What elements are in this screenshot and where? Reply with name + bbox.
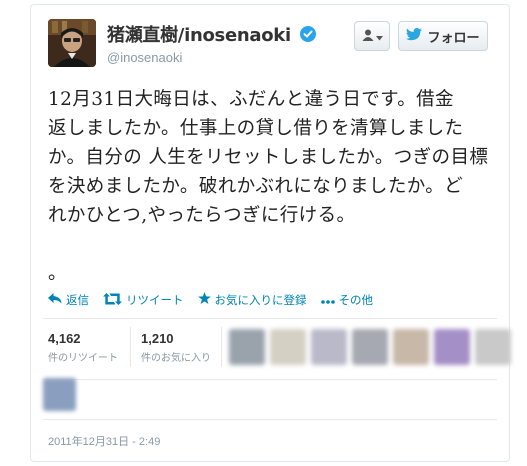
favorite-label: お気に入りに登録 — [214, 293, 307, 307]
full-name[interactable]: 猪瀬直樹/inosenaoki — [107, 21, 291, 47]
avatar[interactable] — [48, 19, 96, 67]
favoriter-avatars — [229, 329, 511, 365]
favoriter-avatar[interactable] — [43, 378, 76, 411]
user-icon — [362, 29, 374, 44]
twitter-bird-icon — [406, 28, 423, 44]
reply-label: 返信 — [66, 293, 89, 307]
retweet-action[interactable]: リツイート — [103, 292, 184, 308]
tweet-text: 12月31日大晦日は、ふだんと違う日です。借金 返しましたか。仕事上の貸し借りを… — [48, 89, 489, 284]
reply-icon — [48, 293, 62, 307]
more-action[interactable]: その他 — [320, 292, 374, 308]
retweet-icon — [103, 292, 122, 308]
divider — [43, 318, 497, 319]
tweet-timestamp[interactable]: 2011年12月31日 - 2:49 — [48, 433, 160, 449]
favoriter-avatar[interactable] — [311, 329, 347, 365]
favorite-stats[interactable]: 1,210 件のお気に入り — [141, 331, 211, 364]
favorite-action[interactable]: お気に入りに登録 — [197, 292, 307, 308]
more-dots-icon — [320, 293, 335, 307]
caret-down-icon — [375, 29, 383, 44]
user-actions-button[interactable] — [354, 21, 390, 51]
retweet-count: 4,162 — [48, 331, 81, 346]
retweet-count-label: 件のリツイート — [48, 353, 118, 364]
reply-action[interactable]: 返信 — [48, 292, 89, 308]
follow-label: フォロー — [427, 29, 480, 45]
user-names: 猪瀬直樹/inosenaoki @inosenaoki — [107, 21, 316, 65]
favorite-count: 1,210 — [141, 331, 174, 346]
favoriter-avatar[interactable] — [229, 329, 265, 365]
verified-icon — [299, 26, 316, 42]
stat-divider — [130, 327, 131, 367]
tweet-actions: 返信 リツイート お気に入りに登録 その他 — [48, 292, 373, 308]
retweet-label: リツイート — [126, 293, 184, 307]
favoriter-avatar[interactable] — [475, 329, 511, 365]
follow-button[interactable]: フォロー — [398, 21, 488, 51]
favoriter-avatar[interactable] — [352, 329, 388, 365]
favoriter-avatar[interactable] — [393, 329, 429, 365]
stat-divider — [221, 327, 222, 367]
more-label: その他 — [338, 293, 374, 307]
tweet-card: 猪瀬直樹/inosenaoki @inosenaoki フォロー 12月31日大… — [30, 4, 511, 462]
retweet-stats[interactable]: 4,162 件のリツイート — [48, 331, 118, 364]
screen-name[interactable]: @inosenaoki — [107, 50, 316, 65]
favoriter-avatar[interactable] — [270, 329, 306, 365]
star-icon — [197, 292, 211, 308]
favoriter-avatar[interactable] — [434, 329, 470, 365]
favorite-count-label: 件のお気に入り — [141, 353, 211, 364]
divider — [43, 379, 497, 380]
divider — [43, 419, 497, 420]
